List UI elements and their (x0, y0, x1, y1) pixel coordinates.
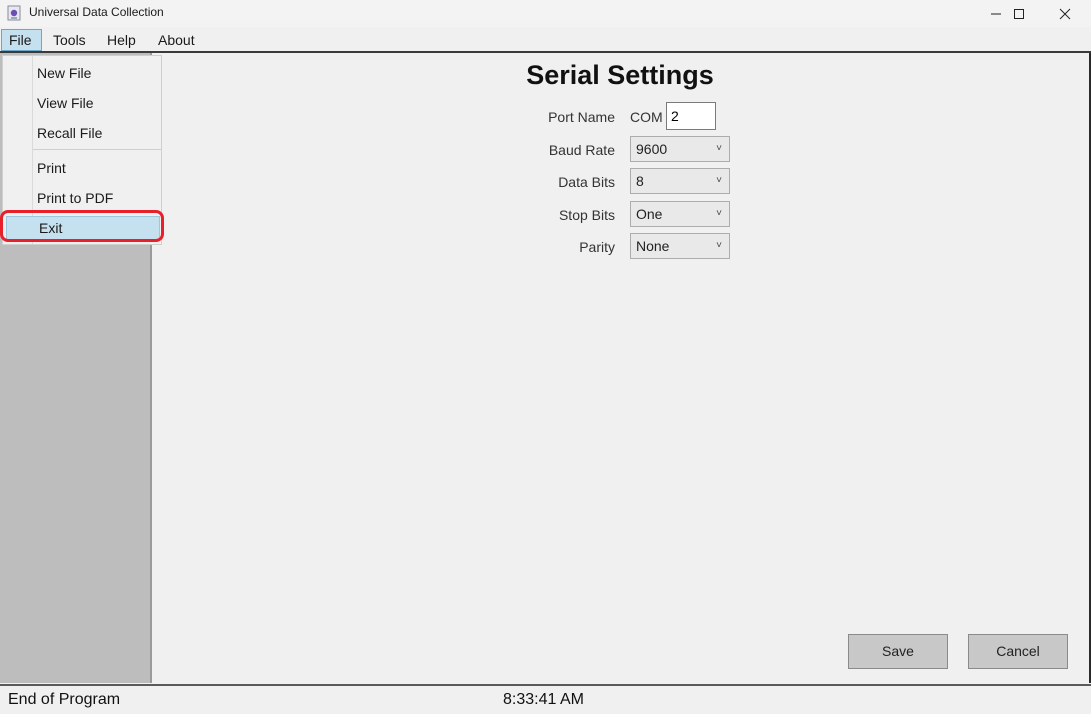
status-clock: 8:33:41 AM (503, 691, 584, 708)
baud-rate-label: Baud Rate (548, 142, 615, 158)
status-message: End of Program (8, 691, 121, 708)
close-icon (1059, 8, 1071, 20)
menu-item-new-file[interactable]: New File (37, 62, 91, 84)
stop-bits-select[interactable]: One ˅ (630, 201, 730, 227)
port-name-label: Port Name (548, 109, 615, 125)
chevron-down-icon: ˅ (716, 240, 722, 251)
maximize-button[interactable] (996, 0, 1042, 27)
chevron-down-icon: ˅ (716, 208, 722, 219)
data-bits-label: Data Bits (558, 174, 615, 190)
menu-bar: File Tools Help About (0, 29, 1091, 53)
save-button[interactable]: Save (848, 634, 948, 669)
data-bits-value: 8 (636, 173, 644, 189)
parity-label: Parity (579, 239, 615, 255)
stop-bits-value: One (636, 206, 663, 222)
chevron-down-icon: ˅ (716, 175, 722, 186)
menu-item-recall-file[interactable]: Recall File (37, 122, 102, 144)
menu-separator (33, 149, 161, 150)
port-number-input[interactable] (666, 102, 716, 130)
parity-value: None (636, 238, 670, 254)
menu-file[interactable]: File (1, 29, 42, 51)
data-bits-select[interactable]: 8 ˅ (630, 168, 730, 194)
app-window: Universal Data Collection File Tools Hel… (0, 0, 1091, 714)
maximize-icon (1013, 8, 1025, 20)
menu-item-print-to-pdf[interactable]: Print to PDF (37, 187, 113, 209)
page-title: Serial Settings (526, 60, 714, 90)
window-title: Universal Data Collection (29, 5, 164, 19)
menu-item-view-file[interactable]: View File (37, 92, 94, 114)
menu-help[interactable]: Help (100, 29, 143, 51)
com-prefix-label: COM (630, 109, 663, 125)
menu-item-print[interactable]: Print (37, 157, 66, 179)
file-dropdown-menu: New File View File Recall File Print Pri… (2, 55, 162, 245)
baud-rate-value: 9600 (636, 141, 668, 157)
parity-select[interactable]: None ˅ (630, 233, 730, 259)
app-icon (7, 5, 21, 21)
menu-tools[interactable]: Tools (46, 29, 93, 51)
close-button[interactable] (1042, 0, 1088, 27)
menu-item-exit-label: Exit (39, 220, 63, 236)
menu-about[interactable]: About (151, 29, 202, 51)
stop-bits-label: Stop Bits (558, 207, 615, 223)
title-bar: Universal Data Collection (0, 0, 1091, 27)
menu-item-exit[interactable]: Exit (6, 216, 160, 240)
chevron-down-icon: ˅ (716, 143, 722, 154)
baud-rate-select[interactable]: 9600 ˅ (630, 136, 730, 162)
cancel-button[interactable]: Cancel (968, 634, 1068, 669)
status-bar: End of Program 8:33:41 AM (0, 684, 1091, 714)
